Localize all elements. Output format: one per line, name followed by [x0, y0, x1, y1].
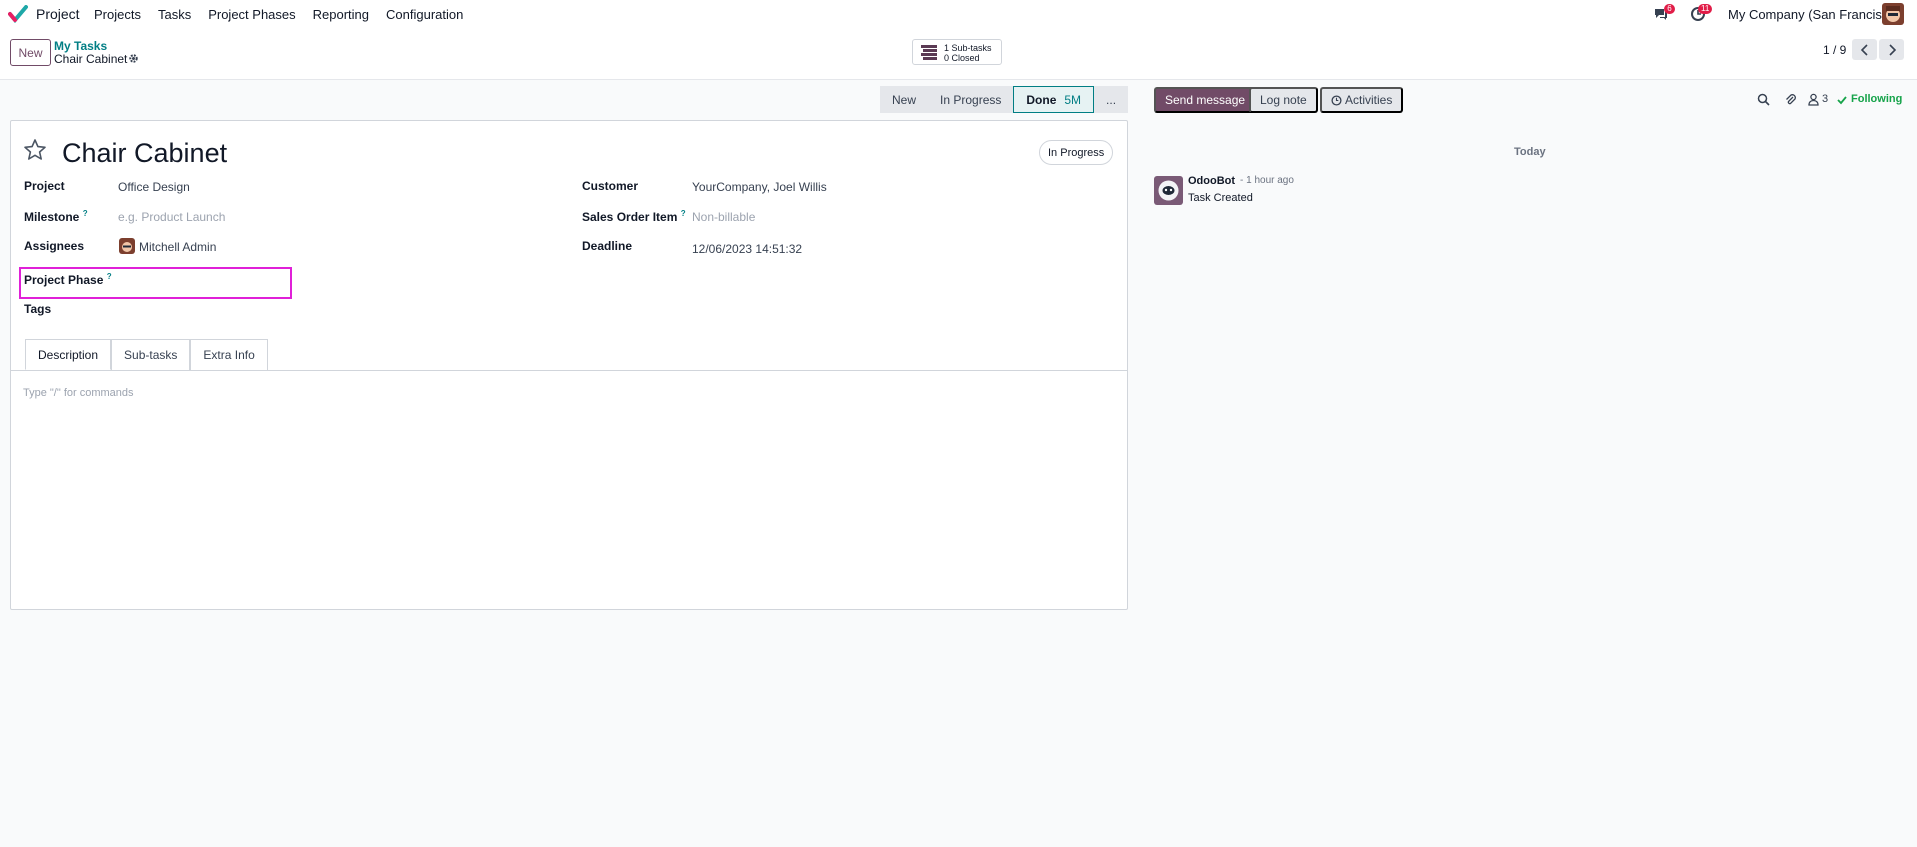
stage-new[interactable]: New — [880, 86, 929, 113]
nav-item-project-phases[interactable]: Project Phases — [208, 7, 295, 22]
breadcrumb-current: Chair Cabinet — [54, 52, 128, 66]
help-mark[interactable]: ? — [83, 209, 88, 218]
stage-statusbar: New In Progress Done 5M ... — [880, 86, 1129, 113]
app-name[interactable]: Project — [36, 6, 80, 22]
help-mark[interactable]: ? — [681, 209, 686, 218]
pager-next-button[interactable] — [1879, 39, 1904, 60]
nav-item-tasks[interactable]: Tasks — [158, 7, 191, 22]
customer-field[interactable]: YourCompany, Joel Willis — [692, 180, 827, 194]
nav-menu: Projects Tasks Project Phases Reporting … — [94, 7, 480, 22]
activities-badge: 11 — [1698, 4, 1713, 14]
followers-icon[interactable] — [1807, 93, 1820, 106]
nav-item-projects[interactable]: Projects — [94, 7, 141, 22]
stage-duration: 5M — [1064, 92, 1082, 107]
subtasks-closed: 0 Closed — [944, 53, 980, 63]
clock-icon — [1331, 94, 1342, 106]
app-logo-icon[interactable] — [8, 5, 28, 23]
task-title[interactable]: Chair Cabinet — [62, 138, 227, 169]
tab-sub-tasks[interactable]: Sub-tasks — [111, 339, 191, 370]
messages-badge: 6 — [1664, 4, 1675, 14]
tags-label: Tags — [24, 302, 52, 316]
pager-previous-button[interactable] — [1852, 39, 1877, 60]
main-navbar: Project Projects Tasks Project Phases Re… — [0, 0, 1917, 28]
control-panel: New My Tasks Chair Cabinet 1 Sub-tasks 0… — [0, 28, 1917, 80]
assignees-label: Assignees — [24, 239, 85, 253]
paperclip-icon[interactable] — [1784, 93, 1797, 106]
nav-item-configuration[interactable]: Configuration — [386, 7, 463, 22]
odoobot-avatar — [1154, 176, 1183, 205]
message-time: - 1 hour ago — [1240, 175, 1294, 186]
milestone-input[interactable]: e.g. Product Launch — [118, 210, 225, 224]
company-switcher[interactable]: My Company (San Francisco) — [1728, 7, 1900, 22]
project-phase-label: Project Phase ? — [24, 272, 112, 287]
sales-order-item-label: Sales Order Item ? — [582, 209, 686, 224]
following-button[interactable]: Following — [1851, 93, 1902, 105]
chevron-left-icon — [1860, 43, 1868, 56]
subtasks-count: 1 Sub-tasks — [944, 43, 992, 53]
stage-done-label: Done — [1026, 92, 1057, 107]
breadcrumb-my-tasks[interactable]: My Tasks — [54, 39, 107, 53]
message-author[interactable]: OdooBot — [1188, 175, 1235, 187]
message-body: Task Created — [1188, 192, 1253, 204]
date-separator: Today — [1514, 146, 1546, 158]
milestone-label: Milestone ? — [24, 209, 88, 224]
tab-description[interactable]: Description — [25, 339, 112, 370]
pager-value[interactable]: 1 / 9 — [1823, 43, 1846, 57]
form-sheet: Chair Cabinet In Progress Project Office… — [10, 120, 1128, 610]
sales-order-item-input[interactable]: Non-billable — [692, 210, 755, 224]
user-avatar[interactable] — [1882, 3, 1904, 25]
send-message-button[interactable]: Send message — [1154, 87, 1257, 113]
project-label: Project — [24, 179, 65, 193]
nav-item-reporting[interactable]: Reporting — [313, 7, 369, 22]
deadline-label: Deadline — [582, 239, 633, 253]
notebook-tabs: Description Sub-tasks Extra Info — [25, 339, 268, 370]
customer-label: Customer — [582, 179, 639, 193]
assignee-name[interactable]: Mitchell Admin — [139, 240, 216, 254]
stage-done[interactable]: Done 5M — [1013, 86, 1095, 113]
stage-more[interactable]: ... — [1094, 86, 1129, 113]
new-button[interactable]: New — [10, 39, 51, 66]
assignee-avatar — [119, 238, 135, 254]
subtasks-smart-button[interactable]: 1 Sub-tasks 0 Closed — [912, 39, 1002, 65]
gear-icon[interactable] — [128, 53, 139, 64]
project-field[interactable]: Office Design — [118, 180, 190, 194]
activities-button[interactable]: Activities — [1320, 87, 1404, 113]
log-note-button[interactable]: Log note — [1249, 87, 1318, 113]
followers-count[interactable]: 3 — [1822, 93, 1828, 105]
check-icon — [1837, 96, 1847, 105]
stage-in-progress[interactable]: In Progress — [928, 86, 1014, 113]
search-icon[interactable] — [1757, 93, 1770, 106]
tab-divider — [11, 370, 1127, 371]
activities-label: Activities — [1345, 93, 1393, 107]
star-icon[interactable] — [23, 138, 47, 162]
description-editor[interactable]: Type "/" for commands — [23, 387, 134, 399]
chevron-right-icon — [1888, 43, 1896, 56]
deadline-field[interactable]: 12/06/2023 14:51:32 — [692, 242, 802, 256]
help-mark[interactable]: ? — [107, 272, 112, 281]
task-state-pill[interactable]: In Progress — [1039, 140, 1114, 165]
tasks-list-icon — [921, 45, 937, 60]
tab-extra-info[interactable]: Extra Info — [190, 339, 268, 370]
